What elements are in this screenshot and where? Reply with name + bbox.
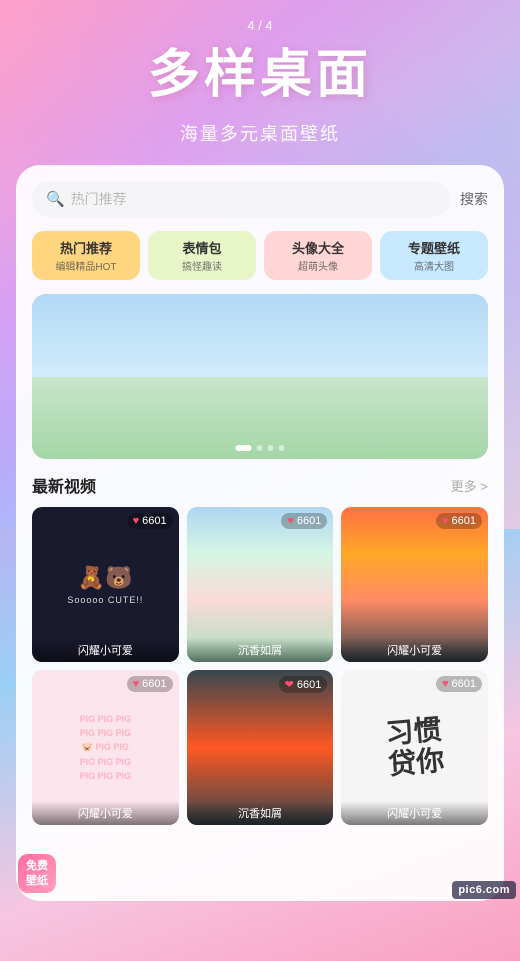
heart-icon-2: ♥: [287, 515, 294, 527]
like-count-6: 6601: [452, 678, 476, 690]
banner[interactable]: [32, 294, 488, 459]
main-card: 🔍 热门推荐 搜索 热门推荐 编辑精品HOT 表情包 搞怪趣读 头像大全 超萌头…: [16, 165, 504, 901]
banner-image: [32, 294, 488, 459]
video-label-2: 沉香如屑: [187, 638, 334, 662]
cat-label-2: 表情包: [152, 238, 252, 257]
video-card-5[interactable]: ❤ 6601 沉香如屑: [187, 670, 334, 825]
like-count-3: 6601: [452, 515, 476, 527]
section-title: 最新视频: [32, 473, 96, 497]
heart-icon-1: ♥: [133, 515, 140, 527]
cat-sub-3: 超萌头像: [268, 258, 368, 273]
main-title: 多样桌面: [148, 32, 372, 107]
video-label-5: 沉香如屑: [187, 801, 334, 825]
category-tab-avatar[interactable]: 头像大全 超萌头像: [264, 231, 372, 280]
video-label-3: 闪耀小可爱: [341, 638, 488, 662]
category-tab-theme[interactable]: 专题壁纸 高清大图: [380, 231, 488, 280]
more-button[interactable]: 更多 >: [451, 476, 488, 495]
heart-icon-5: ❤: [285, 678, 294, 691]
video-like-2: ♥ 6601: [281, 513, 327, 529]
like-count-2: 6601: [297, 515, 321, 527]
video-like-5: ❤ 6601: [279, 676, 328, 693]
video-grid: 🧸🐻 Sooooo CUTE!! ♥ 6601 闪耀小可爱 ♥ 6601 沉香如…: [32, 507, 488, 825]
like-count-4: 6601: [142, 678, 166, 690]
search-bar: 🔍 热门推荐 搜索: [32, 181, 488, 217]
category-tabs: 热门推荐 编辑精品HOT 表情包 搞怪趣读 头像大全 超萌头像 专题壁纸 高清大…: [32, 231, 488, 280]
cat-label-1: 热门推荐: [36, 238, 136, 257]
search-placeholder: 热门推荐: [71, 189, 127, 209]
dot-4: [279, 445, 285, 451]
section-header: 最新视频 更多 >: [32, 473, 488, 497]
watermark-text: pic6.com: [458, 884, 510, 896]
video-card-6[interactable]: 习惯贷你 ♥ 6601 闪耀小可爱: [341, 670, 488, 825]
video-card-3[interactable]: ♥ 6601 闪耀小可爱: [341, 507, 488, 662]
calli-text: 习惯贷你: [384, 714, 445, 780]
video-label-1: 闪耀小可爱: [32, 638, 179, 662]
video-card-4[interactable]: PIG PIG PIGPIG PIG PIG🐷 PIG PIGPIG PIG P…: [32, 670, 179, 825]
pig-text: PIG PIG PIGPIG PIG PIG🐷 PIG PIGPIG PIG P…: [76, 708, 136, 788]
dot-2: [257, 445, 263, 451]
cat-label-4: 专题壁纸: [384, 238, 484, 257]
search-button[interactable]: 搜索: [460, 189, 488, 209]
banner-dots: [236, 445, 285, 451]
cat-sub-1: 编辑精品HOT: [36, 258, 136, 273]
video-label-6: 闪耀小可爱: [341, 801, 488, 825]
video-like-3: ♥ 6601: [436, 513, 482, 529]
video-like-6: ♥ 6601: [436, 676, 482, 692]
search-input-area[interactable]: 🔍 热门推荐: [32, 181, 450, 217]
banner-sky: [32, 294, 488, 385]
cat-label-3: 头像大全: [268, 238, 368, 257]
cat-sub-4: 高清大图: [384, 258, 484, 273]
video-like-4: ♥ 6601: [127, 676, 173, 692]
dot-1: [236, 445, 252, 451]
video-card-1[interactable]: 🧸🐻 Sooooo CUTE!! ♥ 6601 闪耀小可爱: [32, 507, 179, 662]
like-count-5: 6601: [297, 679, 321, 691]
search-icon: 🔍: [46, 190, 65, 208]
dot-3: [268, 445, 274, 451]
page-counter: 4 / 4: [247, 18, 272, 33]
video-label-4: 闪耀小可爱: [32, 801, 179, 825]
free-badge[interactable]: 免费 壁纸: [18, 854, 56, 893]
sub-title: 海量多元桌面壁纸: [180, 120, 340, 146]
heart-icon-3: ♥: [442, 515, 449, 527]
free-badge-line1: 免费: [26, 859, 48, 873]
like-count-1: 6601: [142, 515, 166, 527]
cat-sub-2: 搞怪趣读: [152, 258, 252, 273]
heart-icon-6: ♥: [442, 678, 449, 690]
video-like-1: ♥ 6601: [127, 513, 173, 529]
bears-text: Sooooo CUTE!!: [67, 595, 143, 605]
free-badge-line2: 壁纸: [26, 874, 48, 888]
category-tab-hot[interactable]: 热门推荐 编辑精品HOT: [32, 231, 140, 280]
heart-icon-4: ♥: [133, 678, 140, 690]
watermark: pic6.com: [452, 881, 516, 899]
video-card-2[interactable]: ♥ 6601 沉香如屑: [187, 507, 334, 662]
bear-emoji: 🧸🐻: [78, 565, 133, 591]
category-tab-emoji[interactable]: 表情包 搞怪趣读: [148, 231, 256, 280]
